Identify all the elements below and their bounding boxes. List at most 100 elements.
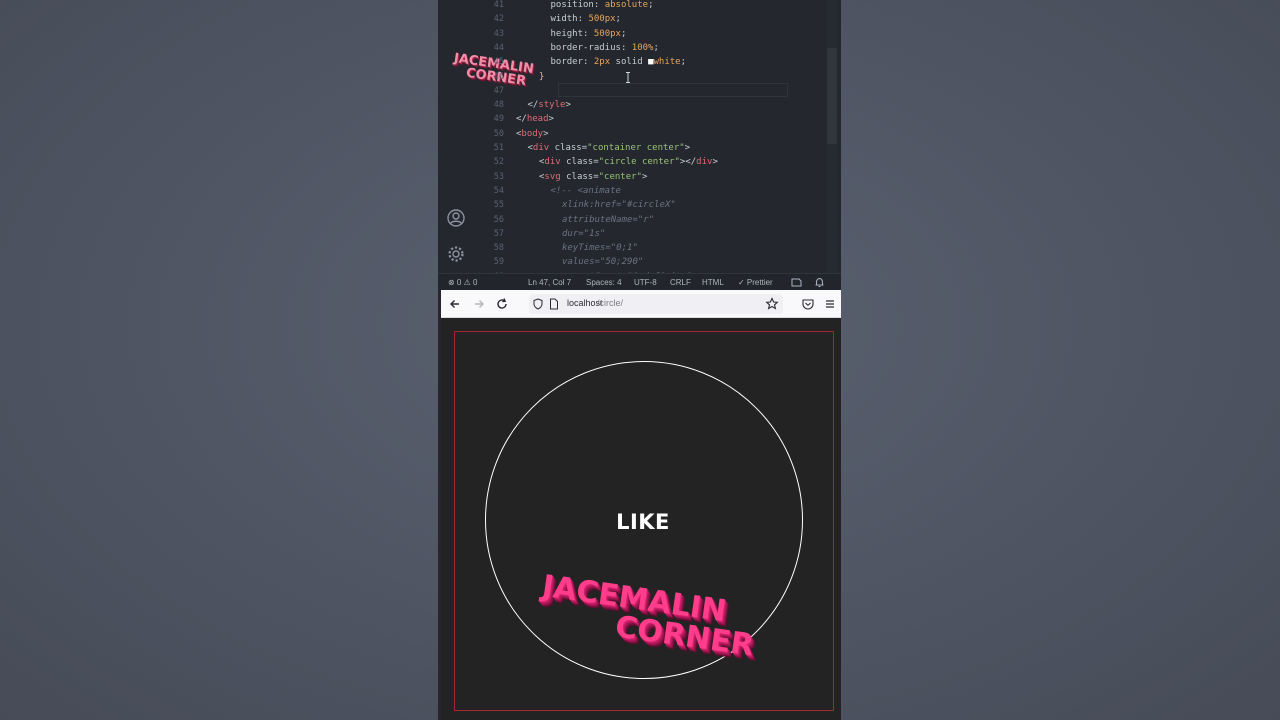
line-number: 59	[493, 257, 504, 268]
code-token: ;	[648, 0, 654, 10]
code-token: keyTimes="0;1"	[562, 243, 638, 254]
code-token: }	[539, 71, 545, 82]
indentation[interactable]: Spaces: 4	[586, 277, 622, 288]
account-icon[interactable]	[446, 208, 466, 228]
code-token: </	[527, 100, 539, 111]
line-number: 41	[493, 0, 504, 10]
code-token: :	[593, 0, 605, 10]
code-token: :	[577, 14, 589, 25]
code-line: keyTimes="0;1"	[562, 241, 638, 255]
code-token: 500px	[588, 14, 616, 25]
code-line: <div class="circle center"></div>	[539, 155, 718, 169]
line-number: 49	[493, 114, 504, 125]
code-token: body	[521, 128, 544, 139]
code-token: width	[550, 14, 578, 25]
code-token: class=	[560, 157, 599, 168]
shield-icon[interactable]	[532, 298, 544, 310]
language-mode[interactable]: HTML	[702, 277, 724, 288]
forward-arrow-icon[interactable]	[471, 296, 487, 312]
code-token: ;	[615, 14, 621, 25]
encoding[interactable]: UTF-8	[634, 277, 657, 288]
code-token: border	[550, 57, 584, 68]
code-token: >	[641, 171, 648, 182]
code-token: :	[583, 28, 594, 39]
code-line: position: absolute;	[551, 0, 654, 12]
code-line: attributeName="r"	[562, 213, 654, 227]
code-line: border: 2px solid ■white;	[551, 55, 687, 69]
code-token: </	[516, 114, 527, 125]
feedback-icon[interactable]	[791, 277, 802, 288]
menu-icon[interactable]	[822, 296, 838, 312]
bell-icon[interactable]	[814, 277, 825, 288]
code-token: >	[712, 157, 718, 168]
code-line: </style>	[528, 98, 571, 112]
line-number: 57	[493, 228, 504, 239]
code-token: border-radius	[550, 42, 621, 53]
code-token: ;	[620, 28, 627, 39]
code-line: border-radius: 100%;	[551, 41, 659, 55]
code-token: >	[565, 100, 571, 111]
code-token: position	[550, 0, 594, 10]
code-line: <!-- <animate	[551, 184, 621, 198]
code-token: 100%	[631, 42, 654, 53]
browser-viewport: LIKE JACEMALIN CORNER	[441, 318, 841, 720]
url-bar[interactable]: localhost /circle/	[529, 294, 783, 314]
line-number: 46	[493, 71, 504, 82]
center-text: LIKE	[616, 510, 670, 534]
code-token: >	[548, 114, 554, 125]
code-token: values="50;290"	[562, 257, 644, 268]
line-number: 50	[493, 128, 504, 139]
reload-icon[interactable]	[494, 296, 510, 312]
line-number: 54	[493, 185, 504, 196]
code-token: absolute	[604, 0, 649, 10]
code-token: dur="1s"	[562, 228, 606, 239]
line-number: 45	[493, 57, 504, 68]
problems-indicator[interactable]: ⊗ 0 ⚠ 0	[448, 277, 477, 288]
browser-toolbar: localhost /circle/	[441, 290, 841, 318]
code-token: svg	[544, 171, 561, 182]
activity-bar	[438, 0, 474, 273]
line-number: 42	[493, 14, 504, 25]
code-line: xlink:href="#circleX"	[562, 198, 676, 212]
status-bar: ⊗ 0 ⚠ 0 Ln 47, Col 7 Spaces: 4 UTF-8 CRL…	[438, 273, 841, 290]
code-editor: JACEMALIN CORNER 41 42 43 44 45 46 47 48 49 50 51 5…	[438, 0, 841, 273]
code-token: :	[620, 42, 632, 53]
code-token: style	[538, 100, 566, 111]
code-area[interactable]: position: absolute; width: 500px; height: …	[516, 0, 820, 273]
cursor-position[interactable]: Ln 47, Col 7	[528, 277, 571, 288]
code-token: ;	[680, 57, 686, 68]
line-number: 51	[493, 143, 504, 153]
line-number: 55	[493, 200, 504, 211]
code-line: }	[539, 70, 544, 84]
back-arrow-icon[interactable]	[447, 296, 463, 312]
prettier-status[interactable]: ✓ Prettier	[738, 277, 773, 288]
gear-icon[interactable]	[446, 244, 466, 264]
code-token: solid	[610, 57, 649, 68]
line-number: 48	[493, 100, 504, 111]
video-frame: JACEMALIN CORNER 41 42 43 44 45 46 47 48 49 50 51 5…	[438, 0, 841, 720]
text-cursor-icon	[626, 72, 630, 83]
code-line: dur="1s"	[562, 227, 605, 241]
code-token: white	[653, 57, 681, 68]
code-token: div	[544, 157, 561, 168]
line-ending[interactable]: CRLF	[670, 277, 691, 288]
bookmark-star-icon[interactable]	[764, 296, 780, 312]
code-token: >	[543, 128, 549, 139]
code-token: 500px	[593, 28, 621, 39]
code-line: height: 500px;	[551, 27, 627, 41]
code-line: </head>	[516, 112, 554, 126]
code-token: "container center"	[587, 143, 685, 153]
code-token: :	[583, 57, 594, 68]
line-number: 47	[493, 85, 504, 96]
code-token: class=	[549, 143, 588, 153]
line-number: 52	[493, 157, 504, 168]
code-line: width: 500px;	[551, 12, 621, 26]
code-token: div	[696, 157, 713, 168]
code-line: <div class="container center">	[528, 141, 691, 155]
scrollbar-thumb[interactable]	[827, 48, 837, 144]
pocket-icon[interactable]	[800, 296, 816, 312]
code-token: attributeName="r"	[562, 214, 655, 225]
code-token: "center"	[598, 171, 642, 182]
code-token: height	[550, 28, 584, 39]
page-icon[interactable]	[549, 298, 559, 310]
